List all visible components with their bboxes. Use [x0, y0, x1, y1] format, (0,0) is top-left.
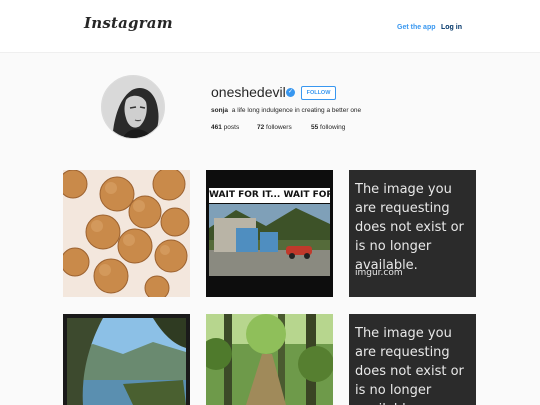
get-the-app-link[interactable]: Get the app [397, 24, 436, 31]
meme-caption: WAIT FOR IT... WAIT FOR IT... [209, 188, 330, 203]
log-in-link[interactable]: Log in [441, 24, 462, 31]
followers-label: followers [266, 124, 292, 131]
imgur-removed-message: The image you are requesting does not ex… [355, 326, 464, 405]
verified-badge-icon: ✓ [286, 88, 295, 97]
follow-button[interactable]: FOLLOW [301, 86, 336, 100]
top-navigation-bar: Instagram Get the app Log in [0, 0, 540, 53]
posts-count: 461 [211, 124, 222, 131]
post-tile-food-photo[interactable] [63, 170, 190, 297]
bio-text: a life long indulgence in creating a bet… [231, 107, 362, 114]
following-count: 55 [311, 124, 319, 131]
profile-bio: sonja a life long indulgence in creating… [211, 107, 361, 114]
profile-avatar[interactable] [101, 75, 165, 139]
following-count-stat[interactable]: 55 following [311, 124, 345, 131]
post-tile-imgur-removed-2[interactable]: The image you are requesting does not ex… [349, 314, 476, 405]
post-tile-wait-for-it-meme[interactable]: WAIT FOR IT... WAIT FOR IT... [206, 170, 333, 297]
followers-count-stat[interactable]: 72 followers [257, 124, 292, 131]
imgur-domain-label: imgur.com [355, 268, 403, 278]
imgur-removed-message: The image you are requesting does not ex… [355, 182, 464, 273]
profile-username: oneshedevil [211, 84, 286, 100]
bio-name: sonja [211, 107, 228, 114]
post-tile-forest-path[interactable] [206, 314, 333, 405]
post-tile-imgur-removed[interactable]: The image you are requesting does not ex… [349, 170, 476, 297]
post-tile-lake-landscape[interactable] [63, 314, 190, 405]
followers-count: 72 [257, 124, 265, 131]
following-label: following [320, 124, 346, 131]
posts-label: posts [223, 124, 240, 131]
posts-count-stat: 461 posts [211, 124, 239, 131]
instagram-logo[interactable]: Instagram [84, 14, 173, 32]
